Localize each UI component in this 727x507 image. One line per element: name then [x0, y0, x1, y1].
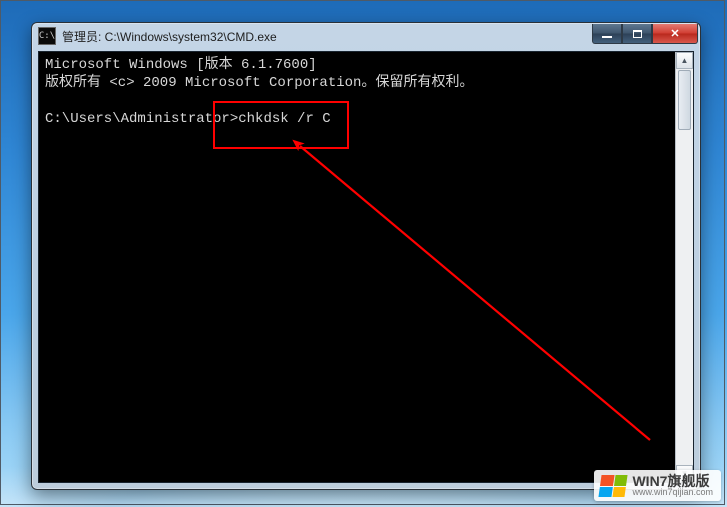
window-title: 管理员: C:\Windows\system32\CMD.exe — [62, 28, 277, 45]
watermark-url: www.win7qijian.com — [632, 488, 713, 497]
cmd-icon: C:\ — [38, 27, 56, 45]
scroll-up-button[interactable]: ▲ — [676, 52, 693, 69]
maximize-icon — [633, 30, 642, 38]
desktop: C:\ 管理员: C:\Windows\system32\CMD.exe ▲ — [0, 0, 727, 507]
close-icon — [670, 27, 679, 40]
vertical-scrollbar[interactable]: ▲ ▼ — [675, 52, 693, 482]
scroll-thumb[interactable] — [678, 70, 691, 130]
cmd-window: C:\ 管理员: C:\Windows\system32\CMD.exe ▲ — [31, 22, 701, 490]
console-command: chkdsk /r C — [238, 111, 330, 127]
watermark: WIN7旗舰版 www.win7qijian.com — [594, 470, 721, 501]
watermark-title: WIN7旗舰版 — [632, 474, 713, 488]
windows-logo-icon — [599, 475, 628, 497]
close-button[interactable] — [652, 24, 698, 44]
maximize-button[interactable] — [622, 24, 652, 44]
minimize-button[interactable] — [592, 24, 622, 44]
console-line-copyright: 版权所有 <c> 2009 Microsoft Corporation。保留所有… — [45, 75, 473, 91]
console-output[interactable]: Microsoft Windows [版本 6.1.7600] 版权所有 <c>… — [39, 52, 675, 482]
minimize-icon — [602, 36, 612, 38]
titlebar[interactable]: C:\ 管理员: C:\Windows\system32\CMD.exe — [32, 23, 700, 49]
window-buttons — [592, 24, 698, 44]
console-prompt: C:\Users\Administrator> — [45, 111, 238, 127]
console-line-version: Microsoft Windows [版本 6.1.7600] — [45, 57, 317, 73]
console-client: ▲ ▼ Microsoft Windows [版本 6.1.7600] 版权所有… — [38, 51, 694, 483]
